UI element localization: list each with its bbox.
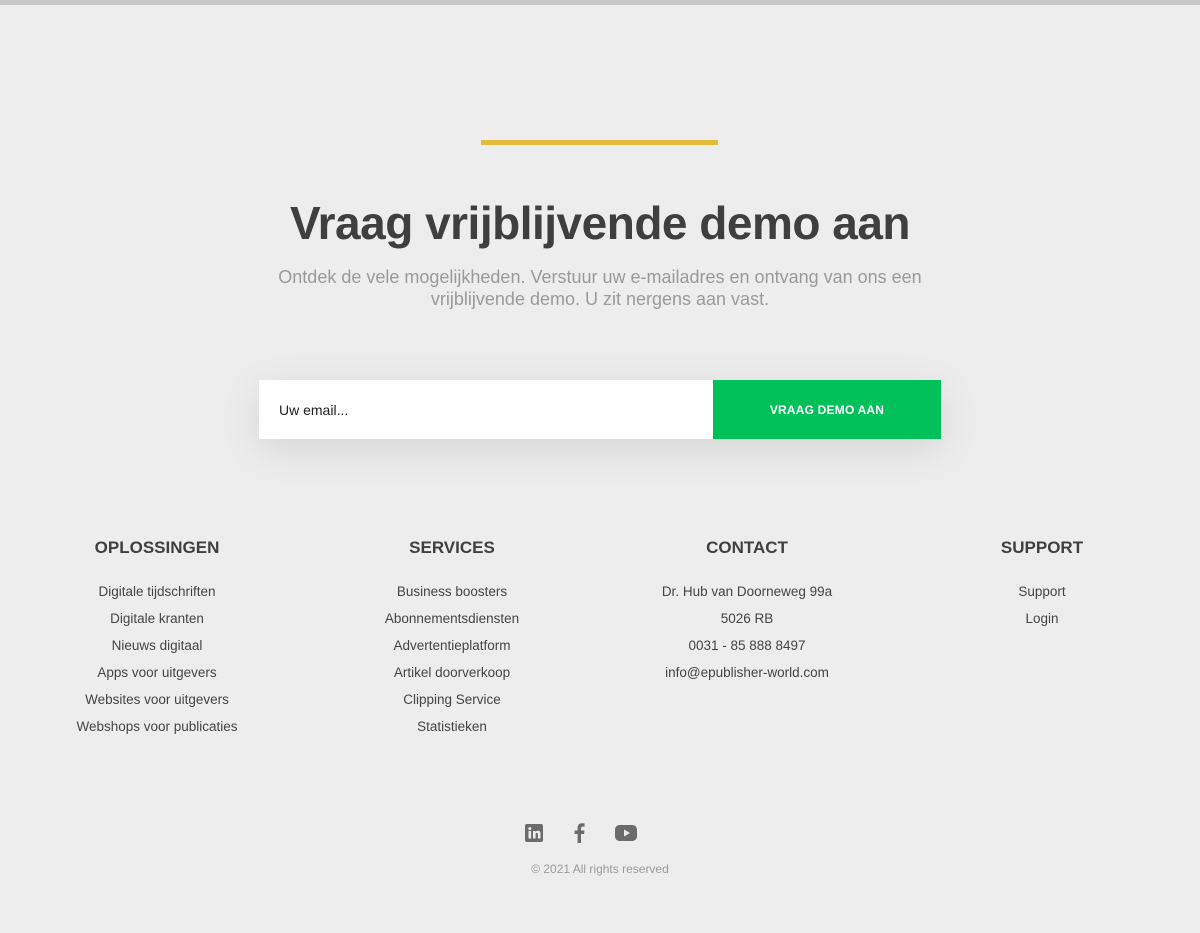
- footer-link[interactable]: Artikel doorverkoop: [394, 665, 510, 680]
- footer-column-services: SERVICES Business boosters Abonnementsdi…: [352, 538, 552, 740]
- email-field[interactable]: [259, 380, 713, 439]
- contact-email[interactable]: info@epublisher-world.com: [665, 665, 829, 680]
- footer-heading: CONTACT: [706, 538, 788, 557]
- copyright-text: © 2021 All rights reserved: [531, 862, 669, 876]
- footer-link[interactable]: Digitale kranten: [110, 611, 204, 626]
- footer-link[interactable]: Business boosters: [397, 584, 507, 599]
- footer-link[interactable]: Abonnementsdiensten: [385, 611, 519, 626]
- contact-phone[interactable]: 0031 - 85 888 8497: [688, 638, 805, 653]
- footer-link[interactable]: Webshops voor publicaties: [76, 719, 237, 734]
- footer-link[interactable]: Nieuws digitaal: [112, 638, 203, 653]
- footer-column-oplossingen: OPLOSSINGEN Digitale tijdschriften Digit…: [57, 538, 257, 740]
- footer-column-support: SUPPORT Support Login: [962, 538, 1122, 632]
- social-links: [525, 822, 637, 848]
- request-demo-button[interactable]: VRAAG DEMO AAN: [713, 380, 941, 439]
- youtube-icon[interactable]: [615, 824, 637, 846]
- footer-link[interactable]: Advertentieplatform: [393, 638, 510, 653]
- top-border: [0, 0, 1200, 5]
- contact-postcode: 5026 RB: [720, 611, 774, 626]
- footer-heading: SERVICES: [409, 538, 495, 557]
- footer-link[interactable]: Apps voor uitgevers: [97, 665, 216, 680]
- footer-link[interactable]: Statistieken: [417, 719, 487, 734]
- page-title: Vraag vrijblijvende demo aan: [289, 197, 911, 249]
- footer-link[interactable]: Digitale tijdschriften: [98, 584, 215, 599]
- page-subtitle: Ontdek de vele mogelijkheden. Verstuur u…: [278, 267, 922, 309]
- support-link[interactable]: Support: [1018, 584, 1065, 599]
- linkedin-icon[interactable]: [525, 823, 543, 847]
- footer-heading: OPLOSSINGEN: [94, 538, 220, 557]
- demo-request-form: VRAAG DEMO AAN: [259, 380, 941, 439]
- footer-link[interactable]: Websites voor uitgevers: [85, 692, 229, 707]
- footer-column-contact: CONTACT Dr. Hub van Doorneweg 99a 5026 R…: [642, 538, 852, 686]
- contact-address: Dr. Hub van Doorneweg 99a: [661, 584, 833, 599]
- footer-link[interactable]: Clipping Service: [403, 692, 501, 707]
- login-link[interactable]: Login: [1025, 611, 1058, 626]
- footer-heading: SUPPORT: [1000, 538, 1084, 557]
- accent-divider: [481, 140, 718, 145]
- facebook-icon[interactable]: [573, 822, 585, 848]
